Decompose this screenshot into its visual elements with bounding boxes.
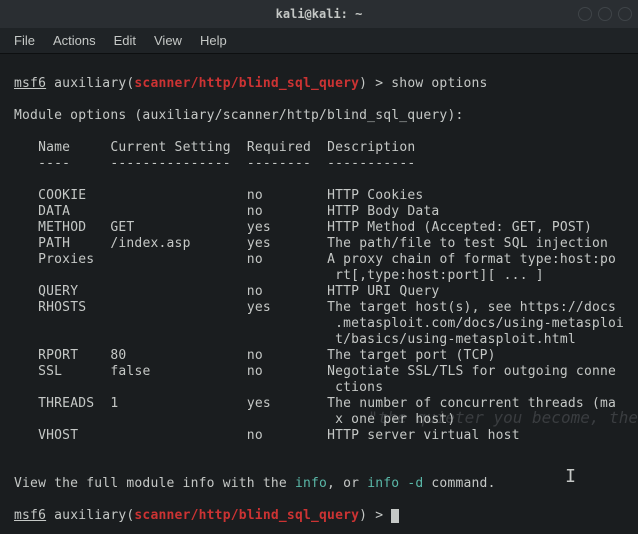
row-cookie-name: COOKIE — [38, 188, 86, 203]
ul-name: ---- — [38, 156, 70, 171]
menu-actions[interactable]: Actions — [53, 33, 96, 48]
row-path-cur: /index.asp — [110, 236, 190, 251]
row-vhost-req: no — [247, 428, 263, 443]
row-method-name: METHOD — [38, 220, 86, 235]
row-path-name: PATH — [38, 236, 70, 251]
row-rhosts-req: yes — [247, 300, 271, 315]
row-rhosts-desc2: .metasploit.com/docs/using-metasploi — [335, 316, 624, 331]
row-ssl-cur: false — [110, 364, 150, 379]
prompt-aux-close: ) > — [359, 76, 391, 91]
prompt-module: scanner/http/blind_sql_query — [134, 76, 359, 91]
row-proxies-name: Proxies — [38, 252, 94, 267]
prompt2-msf: msf6 — [14, 508, 46, 523]
terminal-output[interactable]: msf6 auxiliary(scanner/http/blind_sql_qu… — [0, 54, 638, 534]
menu-help[interactable]: Help — [200, 33, 227, 48]
ul-required: -------- — [247, 156, 311, 171]
ul-current: --------------- — [110, 156, 230, 171]
row-threads-cur: 1 — [110, 396, 118, 411]
module-header: Module options (auxiliary/scanner/http/b… — [14, 108, 464, 123]
row-ssl-req: no — [247, 364, 263, 379]
footer-info2: info -d — [367, 476, 423, 491]
row-data-name: DATA — [38, 204, 70, 219]
footer-mid: , or — [327, 476, 367, 491]
close-icon[interactable] — [618, 7, 632, 21]
row-proxies-desc1: A proxy chain of format type:host:po — [327, 252, 616, 267]
menu-file[interactable]: File — [14, 33, 35, 48]
row-rport-cur: 80 — [110, 348, 126, 363]
menu-edit[interactable]: Edit — [114, 33, 136, 48]
row-rhosts-name: RHOSTS — [38, 300, 86, 315]
ul-description: ----------- — [327, 156, 415, 171]
footer-info: info — [295, 476, 327, 491]
prompt2-aux-close: ) > — [359, 508, 391, 523]
prompt2-module: scanner/http/blind_sql_query — [134, 508, 359, 523]
footer-pre: View the full module info with the — [14, 476, 295, 491]
row-proxies-desc2: rt[,type:host:port][ ... ] — [335, 268, 544, 283]
titlebar: kali@kali: ~ — [0, 0, 638, 28]
row-cookie-desc: HTTP Cookies — [327, 188, 423, 203]
row-method-desc: HTTP Method (Accepted: GET, POST) — [327, 220, 592, 235]
menu-view[interactable]: View — [154, 33, 182, 48]
row-query-name: QUERY — [38, 284, 78, 299]
row-method-cur: GET — [110, 220, 134, 235]
prompt-msf: msf6 — [14, 76, 46, 91]
row-rport-name: RPORT — [38, 348, 78, 363]
prompt2-aux-open: auxiliary( — [46, 508, 134, 523]
row-query-desc: HTTP URI Query — [327, 284, 439, 299]
row-data-req: no — [247, 204, 263, 219]
window-controls — [578, 7, 632, 21]
window-title: kali@kali: ~ — [276, 7, 363, 21]
row-rhosts-desc1: The target host(s), see https://docs — [327, 300, 616, 315]
row-vhost-desc: HTTP server virtual host — [327, 428, 520, 443]
row-rhosts-desc3: t/basics/using-metasploit.html — [335, 332, 576, 347]
row-vhost-name: VHOST — [38, 428, 78, 443]
row-ssl-desc1: Negotiate SSL/TLS for outgoing conne — [327, 364, 616, 379]
prompt-aux-open: auxiliary( — [46, 76, 134, 91]
row-path-desc: The path/file to test SQL injection — [327, 236, 608, 251]
row-rport-desc: The target port (TCP) — [327, 348, 496, 363]
row-query-req: no — [247, 284, 263, 299]
row-threads-desc2: x one per host) — [335, 412, 455, 427]
cursor-icon — [391, 509, 399, 523]
col-name: Name — [38, 140, 70, 155]
prompt-cmd: show options — [391, 76, 487, 91]
col-description: Description — [327, 140, 415, 155]
row-rport-req: no — [247, 348, 263, 363]
row-data-desc: HTTP Body Data — [327, 204, 439, 219]
row-method-req: yes — [247, 220, 271, 235]
row-proxies-req: no — [247, 252, 263, 267]
row-threads-name: THREADS — [38, 396, 94, 411]
row-ssl-name: SSL — [38, 364, 62, 379]
maximize-icon[interactable] — [598, 7, 612, 21]
menubar: File Actions Edit View Help — [0, 28, 638, 54]
col-current: Current Setting — [110, 140, 230, 155]
footer-post: command. — [423, 476, 495, 491]
minimize-icon[interactable] — [578, 7, 592, 21]
row-path-req: yes — [247, 236, 271, 251]
row-ssl-desc2: ctions — [335, 380, 383, 395]
row-threads-desc1: The number of concurrent threads (ma — [327, 396, 616, 411]
row-cookie-req: no — [247, 188, 263, 203]
col-required: Required — [247, 140, 311, 155]
row-threads-req: yes — [247, 396, 271, 411]
